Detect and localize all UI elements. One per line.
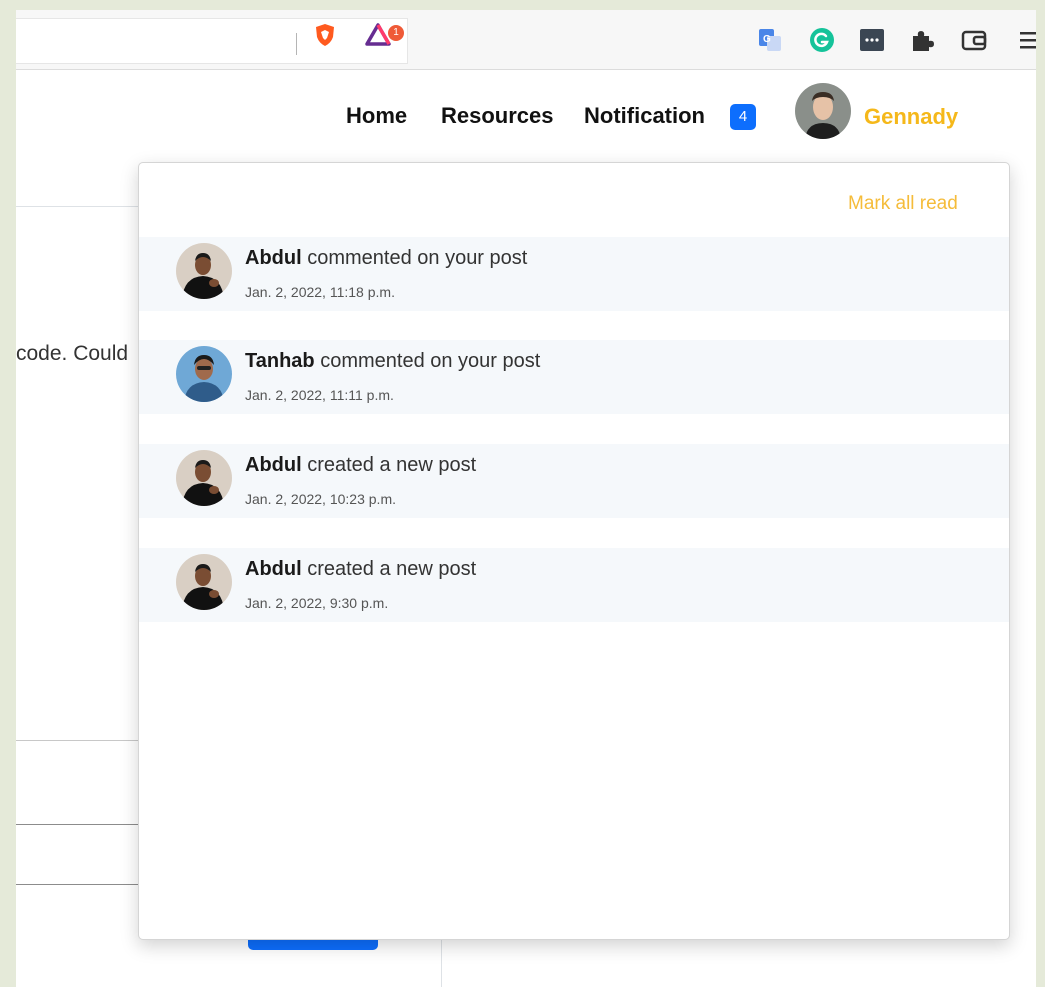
navbar-divider (16, 206, 146, 207)
notification-message: Abdul created a new post (245, 558, 476, 581)
screenshot-frame-top (0, 0, 1045, 10)
notification-avatar (176, 450, 232, 506)
background-input-border (16, 884, 146, 885)
user-avatar[interactable] (795, 83, 851, 139)
notification-avatar (176, 554, 232, 610)
background-post-text: code. Could (16, 342, 129, 365)
background-column-divider (441, 940, 442, 987)
notification-action: created a new post (301, 454, 477, 476)
notification-item[interactable]: Abdul created a new post Jan. 2, 2022, 1… (139, 444, 1009, 518)
notification-user: Abdul (245, 454, 302, 476)
avatar-image-abdul (176, 554, 232, 610)
nav-home-link[interactable]: Home (346, 103, 407, 129)
nav-resources-link[interactable]: Resources (441, 103, 554, 129)
notification-action: commented on your post (314, 350, 541, 372)
notification-action: created a new post (301, 558, 477, 580)
notification-dropdown: Mark all read Abdul commented on your po… (138, 162, 1010, 940)
svg-text:G: G (763, 34, 771, 45)
grammarly-icon[interactable] (808, 26, 836, 54)
password-manager-icon[interactable] (858, 26, 886, 54)
notification-user: Tanhab (245, 350, 315, 372)
notification-item[interactable]: Abdul commented on your post Jan. 2, 202… (139, 237, 1009, 311)
avatar-image-abdul (176, 243, 232, 299)
user-avatar-image (795, 83, 851, 139)
notification-timestamp: Jan. 2, 2022, 11:11 p.m. (245, 387, 394, 403)
notification-avatar (176, 346, 232, 402)
notification-timestamp: Jan. 2, 2022, 11:18 p.m. (245, 284, 395, 300)
notification-message: Abdul created a new post (245, 454, 476, 477)
avatar-image-abdul (176, 450, 232, 506)
notification-timestamp: Jan. 2, 2022, 10:23 p.m. (245, 491, 396, 507)
screenshot-frame-right (1036, 0, 1045, 987)
brave-shield-icon[interactable] (312, 22, 338, 48)
screenshot-frame-left (0, 0, 16, 987)
background-divider (16, 740, 146, 741)
notification-item[interactable]: Abdul created a new post Jan. 2, 2022, 9… (139, 548, 1009, 622)
notification-item[interactable]: Tanhab commented on your post Jan. 2, 20… (139, 340, 1009, 414)
address-bar[interactable] (16, 18, 408, 64)
mark-all-read-link[interactable]: Mark all read (848, 193, 958, 215)
notification-timestamp: Jan. 2, 2022, 9:30 p.m. (245, 595, 389, 611)
address-bar-divider (296, 33, 297, 55)
notification-avatar (176, 243, 232, 299)
notification-user: Abdul (245, 247, 302, 269)
avatar-image-tanhab (176, 346, 232, 402)
nav-notification-link[interactable]: Notification (584, 103, 705, 129)
rewards-badge: 1 (388, 25, 404, 41)
username-link[interactable]: Gennady (864, 104, 958, 130)
notification-user: Abdul (245, 558, 302, 580)
notification-message: Abdul commented on your post (245, 247, 527, 270)
extensions-puzzle-icon[interactable] (908, 26, 936, 54)
notification-action: commented on your post (301, 247, 528, 269)
menu-icon[interactable] (1014, 26, 1042, 54)
translate-icon[interactable]: G (756, 26, 784, 54)
browser-toolbar: 1 G (16, 10, 1036, 70)
wallet-icon[interactable] (960, 26, 988, 54)
notification-message: Tanhab commented on your post (245, 350, 540, 373)
background-input-border (16, 824, 146, 825)
notification-count-badge: 4 (730, 104, 756, 130)
